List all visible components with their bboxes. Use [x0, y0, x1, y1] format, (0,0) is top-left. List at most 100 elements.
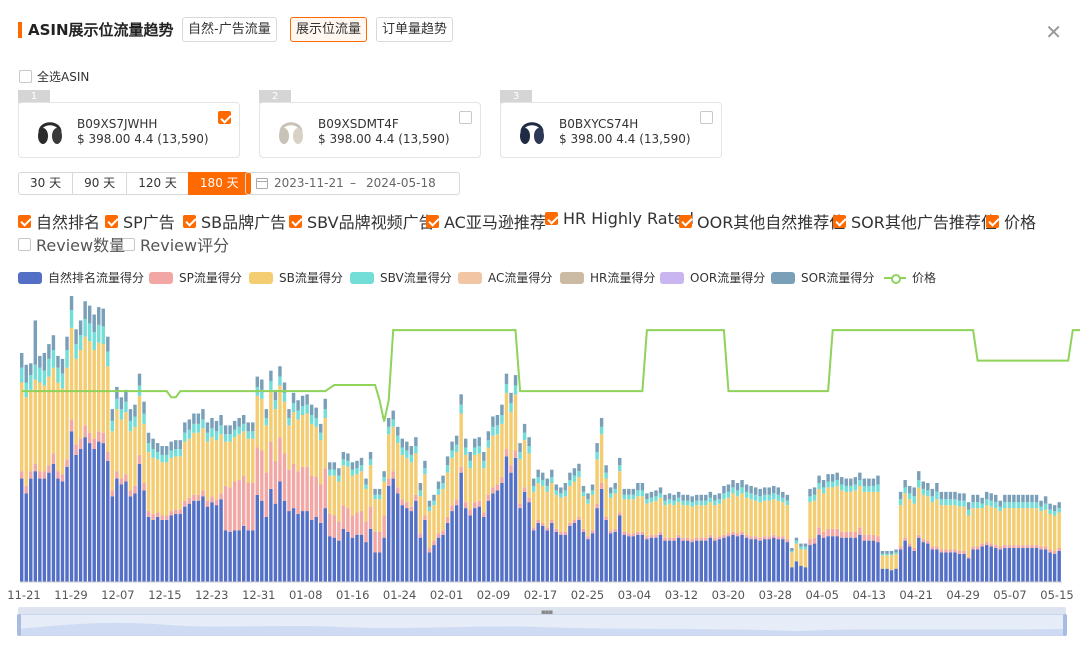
- bar-segment[interactable]: [577, 477, 581, 517]
- bar-segment[interactable]: [368, 459, 373, 466]
- bar-segment[interactable]: [867, 491, 871, 535]
- bar-segment[interactable]: [550, 519, 554, 523]
- bar-segment[interactable]: [441, 530, 445, 535]
- bar-segment[interactable]: [713, 505, 717, 538]
- bar-segment[interactable]: [917, 480, 921, 488]
- bar-segment[interactable]: [849, 485, 853, 492]
- bar-segment[interactable]: [744, 497, 749, 535]
- bar-segment[interactable]: [817, 488, 821, 528]
- bar-segment[interactable]: [101, 344, 105, 433]
- bar-segment[interactable]: [568, 525, 572, 582]
- bar-segment[interactable]: [572, 481, 577, 520]
- bar-segment[interactable]: [654, 496, 658, 501]
- bar-segment[interactable]: [604, 516, 608, 520]
- bar-segment[interactable]: [1052, 505, 1057, 512]
- bar-segment[interactable]: [323, 398, 327, 410]
- bar-segment[interactable]: [894, 549, 898, 553]
- bar-segment[interactable]: [513, 457, 518, 582]
- bar-segment[interactable]: [527, 446, 531, 454]
- bar-segment[interactable]: [169, 511, 173, 516]
- bar-segment[interactable]: [699, 537, 703, 541]
- bar-segment[interactable]: [445, 516, 450, 523]
- bar-segment[interactable]: [454, 435, 459, 445]
- bar-segment[interactable]: [164, 462, 169, 516]
- bar-segment[interactable]: [38, 367, 42, 383]
- bar-segment[interactable]: [87, 305, 92, 324]
- bar-segment[interactable]: [409, 446, 414, 455]
- bar-segment[interactable]: [291, 412, 296, 464]
- bar-segment[interactable]: [463, 438, 468, 448]
- bar-segment[interactable]: [396, 443, 400, 488]
- bar-segment[interactable]: [867, 478, 871, 486]
- bar-segment[interactable]: [432, 545, 436, 582]
- bar-segment[interactable]: [631, 536, 636, 582]
- bar-segment[interactable]: [939, 552, 944, 582]
- bar-segment[interactable]: [359, 471, 364, 512]
- bar-segment[interactable]: [622, 531, 626, 535]
- bar-segment[interactable]: [459, 404, 463, 414]
- bar-segment[interactable]: [989, 500, 993, 507]
- bar-segment[interactable]: [450, 511, 454, 582]
- bar-segment[interactable]: [332, 462, 337, 470]
- bar-segment[interactable]: [1052, 550, 1057, 554]
- bar-segment[interactable]: [264, 472, 269, 517]
- bar-segment[interactable]: [912, 503, 916, 549]
- bar-segment[interactable]: [133, 416, 137, 427]
- bar-segment[interactable]: [60, 358, 65, 374]
- bar-segment[interactable]: [862, 478, 867, 486]
- bar-segment[interactable]: [92, 449, 96, 582]
- bar-segment[interactable]: [577, 463, 581, 472]
- bar-segment[interactable]: [740, 480, 744, 488]
- bar-segment[interactable]: [214, 505, 219, 582]
- bar-segment[interactable]: [559, 531, 563, 535]
- bar-segment[interactable]: [391, 471, 395, 479]
- bar-segment[interactable]: [482, 451, 486, 461]
- bar-segment[interactable]: [604, 465, 608, 473]
- bar-segment[interactable]: [400, 438, 404, 448]
- bar-segment[interactable]: [183, 506, 187, 582]
- bar-segment[interactable]: [812, 494, 817, 501]
- bar-segment[interactable]: [364, 484, 368, 489]
- bar-segment[interactable]: [880, 553, 885, 556]
- bar-segment[interactable]: [106, 366, 110, 452]
- bar-segment[interactable]: [237, 480, 241, 531]
- bar-segment[interactable]: [808, 502, 812, 540]
- bar-segment[interactable]: [844, 485, 848, 492]
- bar-segment[interactable]: [889, 550, 894, 554]
- bar-segment[interactable]: [178, 440, 182, 449]
- bar-segment[interactable]: [391, 478, 395, 582]
- bar-segment[interactable]: [876, 542, 880, 582]
- bar-segment[interactable]: [355, 474, 359, 513]
- bar-segment[interactable]: [232, 437, 237, 482]
- range-180-days[interactable]: 180 天: [187, 172, 251, 195]
- bar-segment[interactable]: [545, 478, 549, 486]
- bar-segment[interactable]: [328, 514, 332, 537]
- bar-segment[interactable]: [155, 516, 160, 582]
- bar-segment[interactable]: [418, 482, 423, 491]
- bar-segment[interactable]: [618, 465, 622, 472]
- bar-segment[interactable]: [423, 468, 427, 475]
- bar-segment[interactable]: [486, 440, 491, 448]
- bar-segment[interactable]: [237, 426, 241, 435]
- bar-segment[interactable]: [840, 490, 844, 532]
- bar-segment[interactable]: [87, 443, 92, 582]
- bar-segment[interactable]: [821, 480, 826, 488]
- bar-segment[interactable]: [459, 413, 463, 467]
- bar-segment[interactable]: [722, 499, 726, 535]
- bar-segment[interactable]: [119, 484, 124, 582]
- bar-segment[interactable]: [917, 487, 921, 535]
- bar-segment[interactable]: [38, 382, 42, 472]
- bar-segment[interactable]: [962, 500, 966, 507]
- bar-segment[interactable]: [695, 540, 699, 582]
- bar-segment[interactable]: [989, 493, 993, 501]
- legend-ac[interactable]: AC流量得分: [458, 269, 552, 286]
- bar-segment[interactable]: [726, 491, 731, 498]
- bar-segment[interactable]: [491, 435, 495, 488]
- bar-segment[interactable]: [966, 558, 971, 582]
- bar-segment[interactable]: [115, 386, 119, 399]
- bar-segment[interactable]: [241, 475, 246, 526]
- bar-segment[interactable]: [1012, 548, 1016, 582]
- bar-segment[interactable]: [627, 536, 631, 582]
- legend-sb[interactable]: SB流量得分: [249, 269, 343, 286]
- bar-segment[interactable]: [994, 545, 998, 549]
